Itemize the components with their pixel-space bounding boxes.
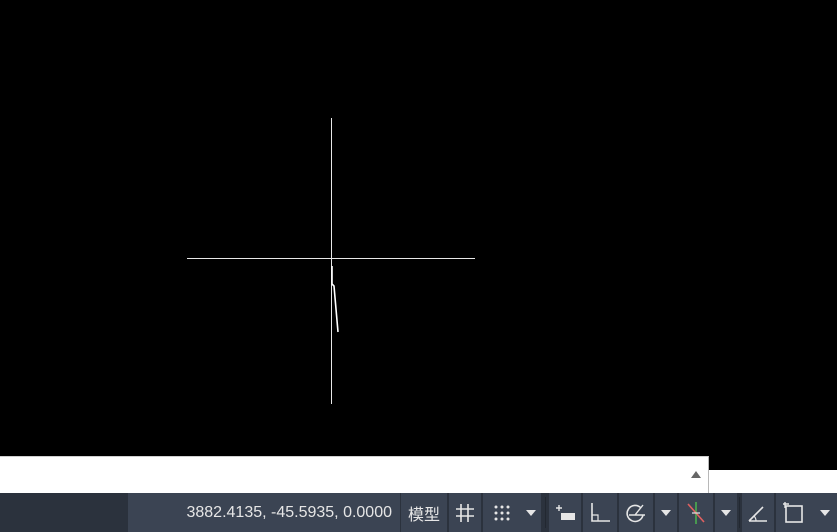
polar-tracking-icon[interactable]	[619, 493, 653, 532]
dropdown-arrow-icon[interactable]	[655, 493, 677, 532]
status-separator	[545, 497, 546, 528]
object-snap-icon[interactable]	[679, 493, 713, 532]
dropdown-arrow-icon[interactable]	[715, 493, 737, 532]
dynamic-input-icon[interactable]	[549, 493, 581, 532]
grid-icon[interactable]	[449, 493, 481, 532]
drawing-canvas[interactable]	[0, 0, 837, 456]
crosshair-vertical	[331, 118, 332, 404]
status-separator	[739, 497, 740, 528]
angle-icon[interactable]	[742, 493, 774, 532]
dropdown-arrow-icon[interactable]	[521, 493, 541, 532]
autocad-window: 3882.4135, -45.5935, 0.0000 模型	[0, 0, 837, 532]
command-line[interactable]	[0, 456, 709, 493]
command-input[interactable]	[4, 461, 688, 489]
coordinates-readout[interactable]: 3882.4135, -45.5935, 0.0000	[128, 493, 400, 532]
status-bar-spacer	[0, 493, 128, 532]
ortho-icon[interactable]	[583, 493, 617, 532]
command-line-side-area	[709, 470, 837, 493]
dropdown-arrow-icon[interactable]	[812, 493, 837, 532]
snap-rectangle-icon[interactable]	[776, 493, 812, 532]
cursor-pointer-icon	[331, 266, 339, 333]
snap-icon[interactable]	[483, 493, 521, 532]
status-bar: 3882.4135, -45.5935, 0.0000 模型	[0, 493, 837, 532]
model-space-button[interactable]: 模型	[401, 493, 447, 532]
triangle-up-icon[interactable]	[690, 469, 702, 479]
